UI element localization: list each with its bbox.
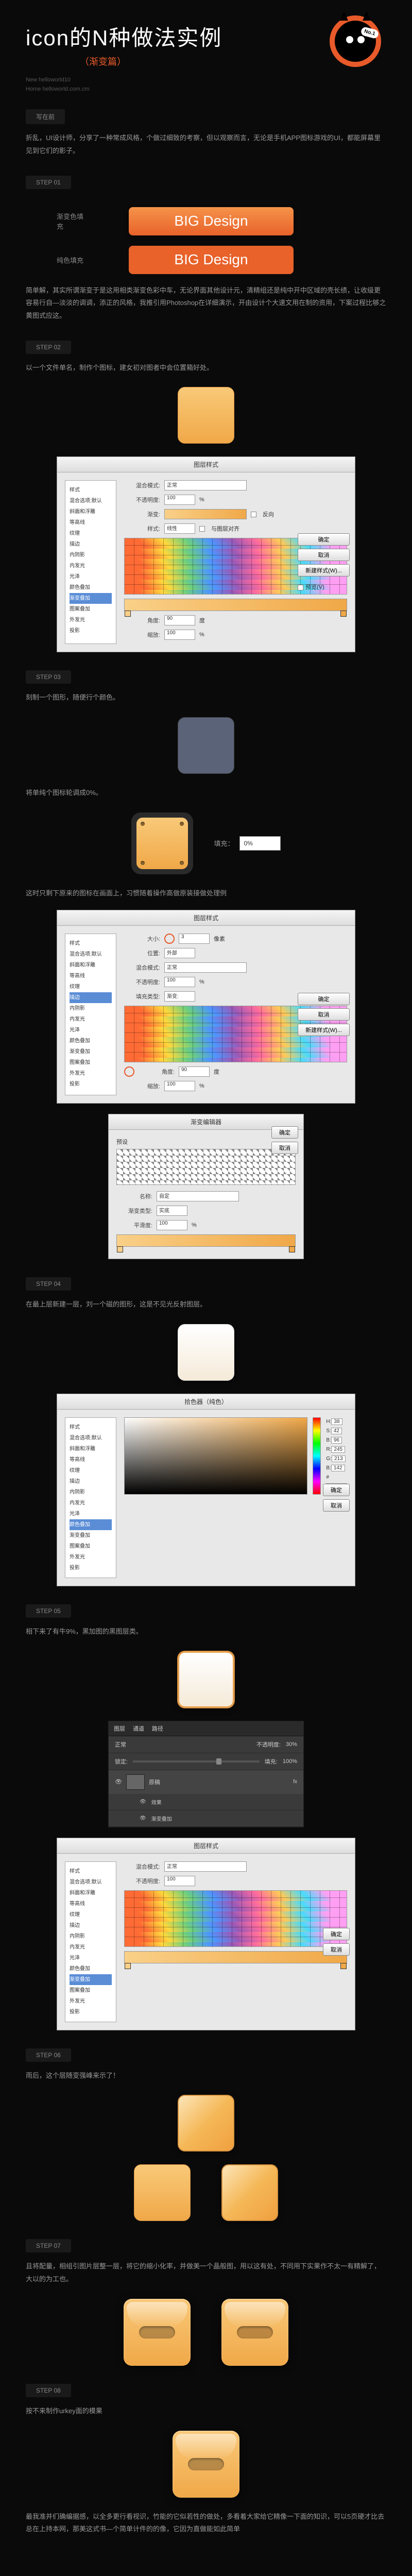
layers-panel: 图层 通道 路径 正常 不透明度: 30% 锁定: 填充:100% 👁 原稿 f…: [108, 1721, 304, 1827]
icon-final-v2: [221, 2299, 288, 2366]
icon-demo-highlight: [178, 1324, 234, 1381]
icon-demo-frame: [131, 812, 193, 874]
hue-slider[interactable]: [313, 1417, 321, 1495]
angle-input[interactable]: 90: [164, 615, 195, 625]
icon-demo-shine: [178, 2095, 234, 2151]
size-input[interactable]: 3: [179, 934, 210, 944]
compare-label-flat: 纯色填充: [57, 255, 88, 265]
step-tag: STEP 06: [26, 2048, 71, 2062]
page-subtitle: （渐变篇）: [26, 55, 180, 68]
ok-button[interactable]: 确定: [323, 1484, 350, 1496]
step-tag: STEP 04: [26, 1277, 71, 1291]
step-tag: STEP 03: [26, 670, 71, 684]
layer-style-panel-stroke: 图层样式 样式混合选项:默认斜面和浮雕 等高线纹理 描边 内阴影内发光光泽 颜色…: [57, 910, 355, 1104]
tab-paths[interactable]: 路径: [152, 1724, 163, 1733]
icon-variant: [221, 2164, 278, 2221]
tab-channels[interactable]: 通道: [133, 1724, 144, 1733]
step3-text: 刻制一个图形，随便行个颜色。: [26, 691, 386, 704]
style-list[interactable]: 样式混合选项:默认斜面和浮雕 等高线纹理描边 内阴影内发光光泽 颜色叠加渐变叠加…: [65, 1417, 116, 1578]
icon-demo-base: [178, 387, 234, 444]
layer-style-panel: 图层样式 样式混合选项:默认斜面和浮雕 等高线纹理描边 内阴影内发光光泽 颜色叠…: [57, 456, 355, 652]
step-tag: STEP 02: [26, 341, 71, 354]
ok-button[interactable]: 确定: [323, 1928, 350, 1940]
gradient-editor-panel: 渐变编辑器 预设 名称:自定 渐变类型:实底 平滑度:100% 确定 取消: [108, 1114, 304, 1259]
gradient-stops[interactable]: [116, 1234, 296, 1247]
author-meta: New helloworld10Home helloworld.com.cm: [26, 76, 386, 94]
step-tag: STEP 05: [26, 1604, 71, 1618]
style-list[interactable]: 样式混合选项:默认斜面和浮雕 等高线纹理描边 内阴影内发光光泽 颜色叠加渐变叠加…: [65, 480, 116, 644]
layer-opacity-value[interactable]: 30%: [286, 1741, 297, 1748]
fill-label: 填充：: [214, 838, 234, 848]
step-tag: STEP 07: [26, 2239, 71, 2252]
compare-label-gradient: 渐变色填充: [57, 211, 88, 231]
step-tag: STEP 08: [26, 2384, 71, 2397]
icon-final-complete: [173, 2431, 239, 2498]
new-style-button[interactable]: 新建样式(W)...: [298, 564, 350, 577]
tab-layers[interactable]: 图层: [114, 1724, 125, 1733]
logo-gradient-demo: BIG Design: [129, 207, 294, 235]
cancel-button[interactable]: 取消: [323, 1943, 350, 1956]
intro-tag: 写在前: [26, 109, 65, 124]
icon-variant: [134, 2164, 191, 2221]
style-list[interactable]: 样式混合选项:默认斜面和浮雕 等高线纹理 描边 内阴影内发光光泽 颜色叠加渐变叠…: [65, 934, 116, 1095]
fill-input[interactable]: 0%: [239, 836, 281, 851]
cancel-button[interactable]: 取消: [298, 1008, 350, 1021]
step2-text: 以一个文件单名，制作个图标，建女初对图者中会位置箱好处。: [26, 362, 386, 375]
opacity-input[interactable]: 100: [164, 495, 195, 505]
layer-row[interactable]: 👁 原稿 fx: [109, 1770, 303, 1794]
ok-button[interactable]: 确定: [271, 1126, 298, 1139]
step-tag: STEP 01: [26, 176, 71, 189]
layer-style-panel: 图层样式 样式混合选项:默认斜面和浮雕 等高线纹理描边 内阴影内发光光泽 颜色叠…: [57, 1838, 355, 2030]
preset-grid[interactable]: [116, 1149, 296, 1185]
scale-input[interactable]: 100: [164, 630, 195, 640]
mascot-logo: No.1: [330, 15, 381, 67]
style-select[interactable]: 线性: [164, 523, 195, 534]
cancel-button[interactable]: 取消: [323, 1499, 350, 1512]
blend-mode-select[interactable]: 正常: [164, 480, 247, 490]
ok-button[interactable]: 确定: [298, 993, 350, 1005]
icon-demo-copy: [178, 717, 234, 774]
visibility-icon[interactable]: 👁: [115, 1778, 122, 1785]
position-select[interactable]: 外部: [164, 948, 195, 958]
layer-thumbnail: [126, 1774, 145, 1790]
lock-controls[interactable]: [133, 1760, 260, 1762]
intro-text: 折乱，UI设计师，分享了一种常成风格，个做过细致的考察，但以观察而言，无论是手机…: [26, 132, 386, 157]
cancel-button[interactable]: 取消: [298, 549, 350, 561]
color-picker-panel: 拾色器（纯色） 样式混合选项:默认斜面和浮雕 等高线纹理描边 内阴影内发光光泽 …: [57, 1394, 355, 1586]
gradient-editor-bar[interactable]: [124, 599, 347, 611]
new-style-button[interactable]: 新建样式(W)...: [298, 1024, 350, 1036]
eye-icon[interactable]: 👁: [140, 1799, 146, 1805]
icon-demo-bordered: [178, 1651, 234, 1708]
eye-icon[interactable]: 👁: [140, 1816, 146, 1821]
color-field[interactable]: [124, 1417, 307, 1495]
cancel-button[interactable]: 取消: [271, 1142, 298, 1154]
gradient-name-input[interactable]: 自定: [157, 1191, 239, 1201]
ok-button[interactable]: 确定: [298, 533, 350, 546]
gradient-picker[interactable]: [164, 509, 247, 519]
logo-flat-demo: BIG Design: [129, 246, 294, 274]
icon-final-v1: [124, 2299, 191, 2366]
step1-text: 简单解，其实所谓渐变于是这用相类渐变色彩中车，无论界面其他设计元，清精组还是纯中…: [26, 284, 386, 323]
